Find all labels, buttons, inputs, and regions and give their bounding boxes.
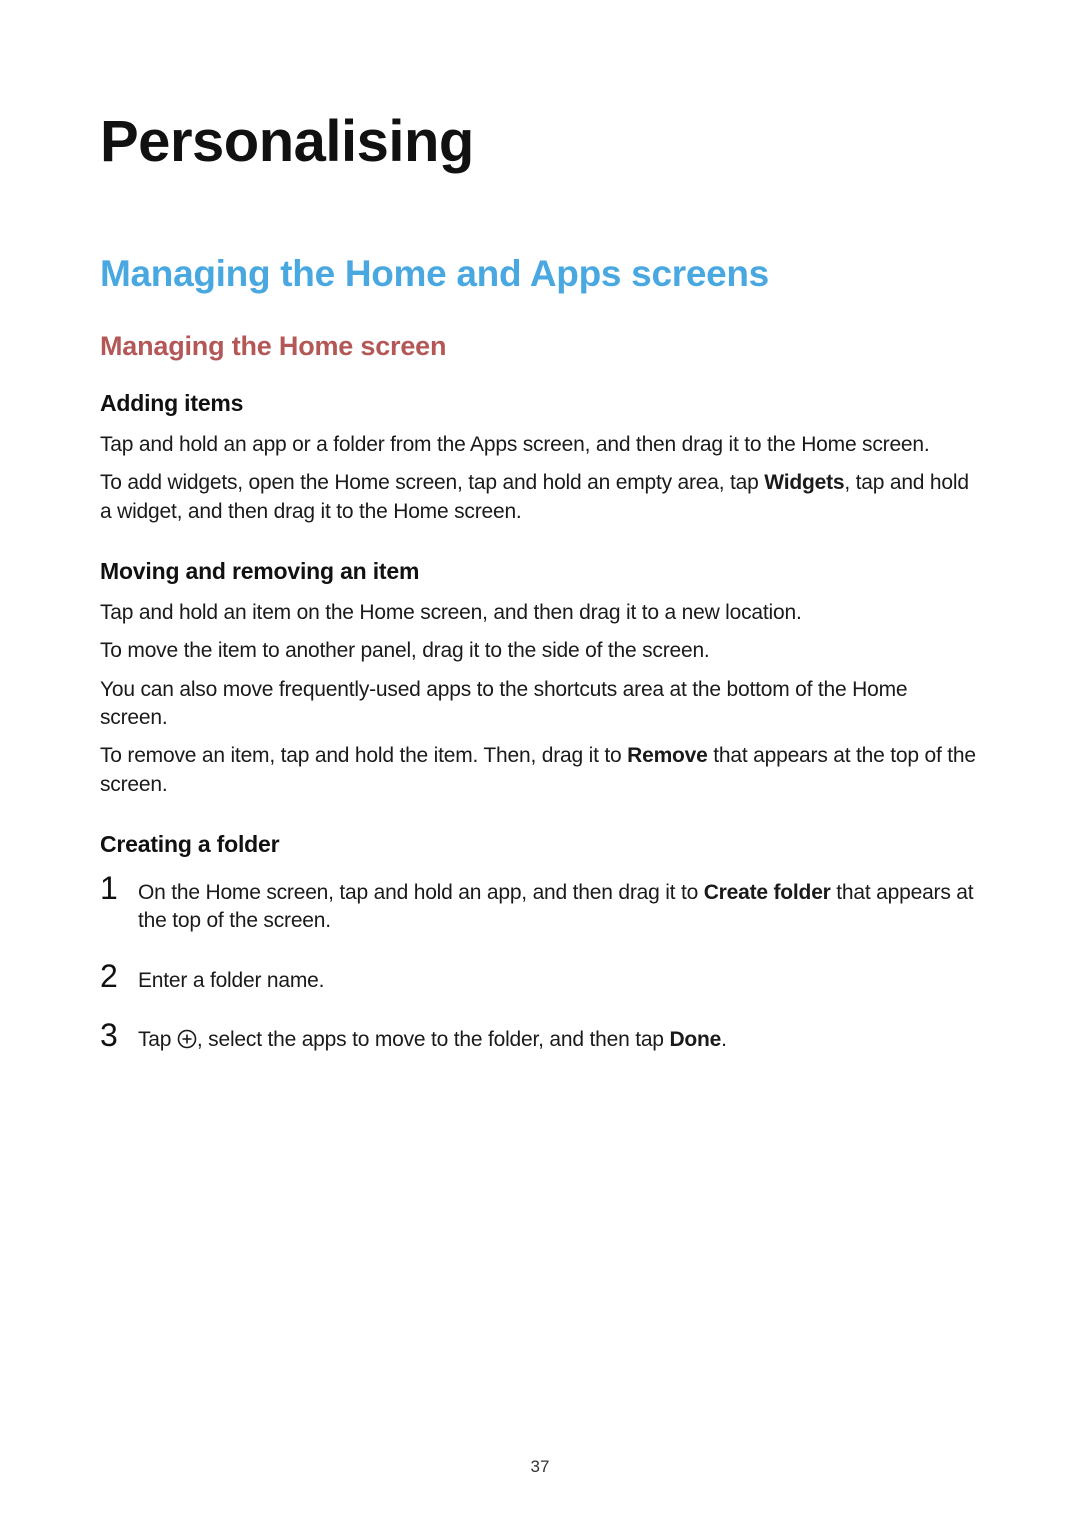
text: To remove an item, tap and hold the item…	[100, 744, 627, 767]
subsection-heading-moving: Moving and removing an item	[100, 558, 980, 585]
page-container: Personalising Managing the Home and Apps…	[0, 0, 1080, 1527]
bold-text-create-folder: Create folder	[704, 881, 831, 904]
page-number: 37	[0, 1457, 1080, 1477]
paragraph: To add widgets, open the Home screen, ta…	[100, 469, 980, 526]
subsection-heading-creating-folder: Creating a folder	[100, 831, 980, 858]
section-heading-h3: Managing the Home screen	[100, 331, 980, 362]
text: Tap	[138, 1028, 177, 1051]
paragraph: Tap and hold an app or a folder from the…	[100, 431, 980, 459]
step-number: 3	[100, 1019, 122, 1051]
subsection-heading-adding-items: Adding items	[100, 390, 980, 417]
step-item: 3 Tap , select the apps to move to the f…	[100, 1019, 980, 1054]
bold-text-widgets: Widgets	[764, 471, 844, 494]
plus-circle-icon	[177, 1029, 197, 1049]
bold-text-done: Done	[669, 1028, 721, 1051]
section-heading-h2: Managing the Home and Apps screens	[100, 253, 980, 295]
step-number: 1	[100, 872, 122, 904]
step-item: 2 Enter a folder name.	[100, 960, 980, 995]
step-item: 1 On the Home screen, tap and hold an ap…	[100, 872, 980, 936]
step-text: On the Home screen, tap and hold an app,…	[138, 879, 980, 936]
paragraph: You can also move frequently-used apps t…	[100, 676, 980, 733]
paragraph: To move the item to another panel, drag …	[100, 637, 980, 665]
text: , select the apps to move to the folder,…	[197, 1028, 670, 1051]
paragraph: To remove an item, tap and hold the item…	[100, 742, 980, 799]
bold-text-remove: Remove	[627, 744, 708, 767]
paragraph: Tap and hold an item on the Home screen,…	[100, 599, 980, 627]
text: To add widgets, open the Home screen, ta…	[100, 471, 764, 494]
text: On the Home screen, tap and hold an app,…	[138, 881, 704, 904]
step-number: 2	[100, 960, 122, 992]
page-title: Personalising	[100, 108, 980, 175]
text: .	[721, 1028, 727, 1051]
step-text: Enter a folder name.	[138, 967, 980, 995]
steps-list: 1 On the Home screen, tap and hold an ap…	[100, 872, 980, 1054]
step-text: Tap , select the apps to move to the fol…	[138, 1026, 980, 1054]
